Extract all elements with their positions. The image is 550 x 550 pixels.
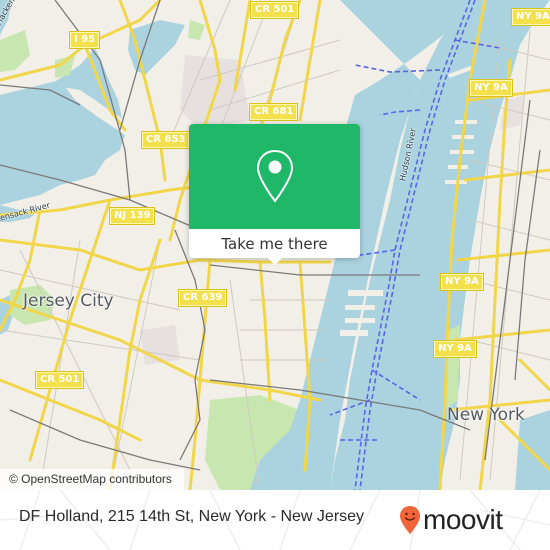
map-pin-icon (256, 149, 293, 203)
popup-pointer (267, 257, 283, 265)
road-label-ny9a: NY 9A (511, 8, 550, 26)
road-label-nj139: NJ 139 (109, 207, 156, 225)
place-label-new-york: New York (447, 405, 525, 425)
road-label-i95: I 95 (69, 31, 101, 49)
place-label-jersey-city: Jersey City (23, 291, 114, 311)
road-label-ny9a: NY 9A (440, 273, 484, 291)
road-label-cr501: CR 501 (250, 1, 300, 19)
take-me-there-button[interactable]: Take me there (189, 229, 360, 258)
map-view[interactable]: I 95 CR 501 CR 681 CR 653 NJ 139 CR 639 … (0, 0, 550, 490)
road-label-ny9a: NY 9A (469, 79, 513, 97)
road-label-ny9a: NY 9A (433, 340, 477, 358)
location-address: DF Holland, 215 14th St, New York - New … (19, 508, 365, 525)
moovit-smiley-pin-icon (400, 506, 420, 534)
map-attribution[interactable]: © OpenStreetMap contributors (0, 469, 184, 490)
footer-bar: DF Holland, 215 14th St, New York - New … (0, 490, 550, 550)
popup-header (189, 124, 360, 229)
road-label-cr681: CR 681 (249, 103, 299, 121)
location-popup: Take me there (189, 124, 360, 265)
road-label-cr653: CR 653 (141, 131, 191, 149)
road-label-cr501-south: CR 501 (35, 371, 85, 389)
road-label-cr639: CR 639 (178, 289, 228, 307)
moovit-logo[interactable]: moovit (399, 502, 503, 538)
moovit-wordmark: moovit (423, 504, 503, 535)
